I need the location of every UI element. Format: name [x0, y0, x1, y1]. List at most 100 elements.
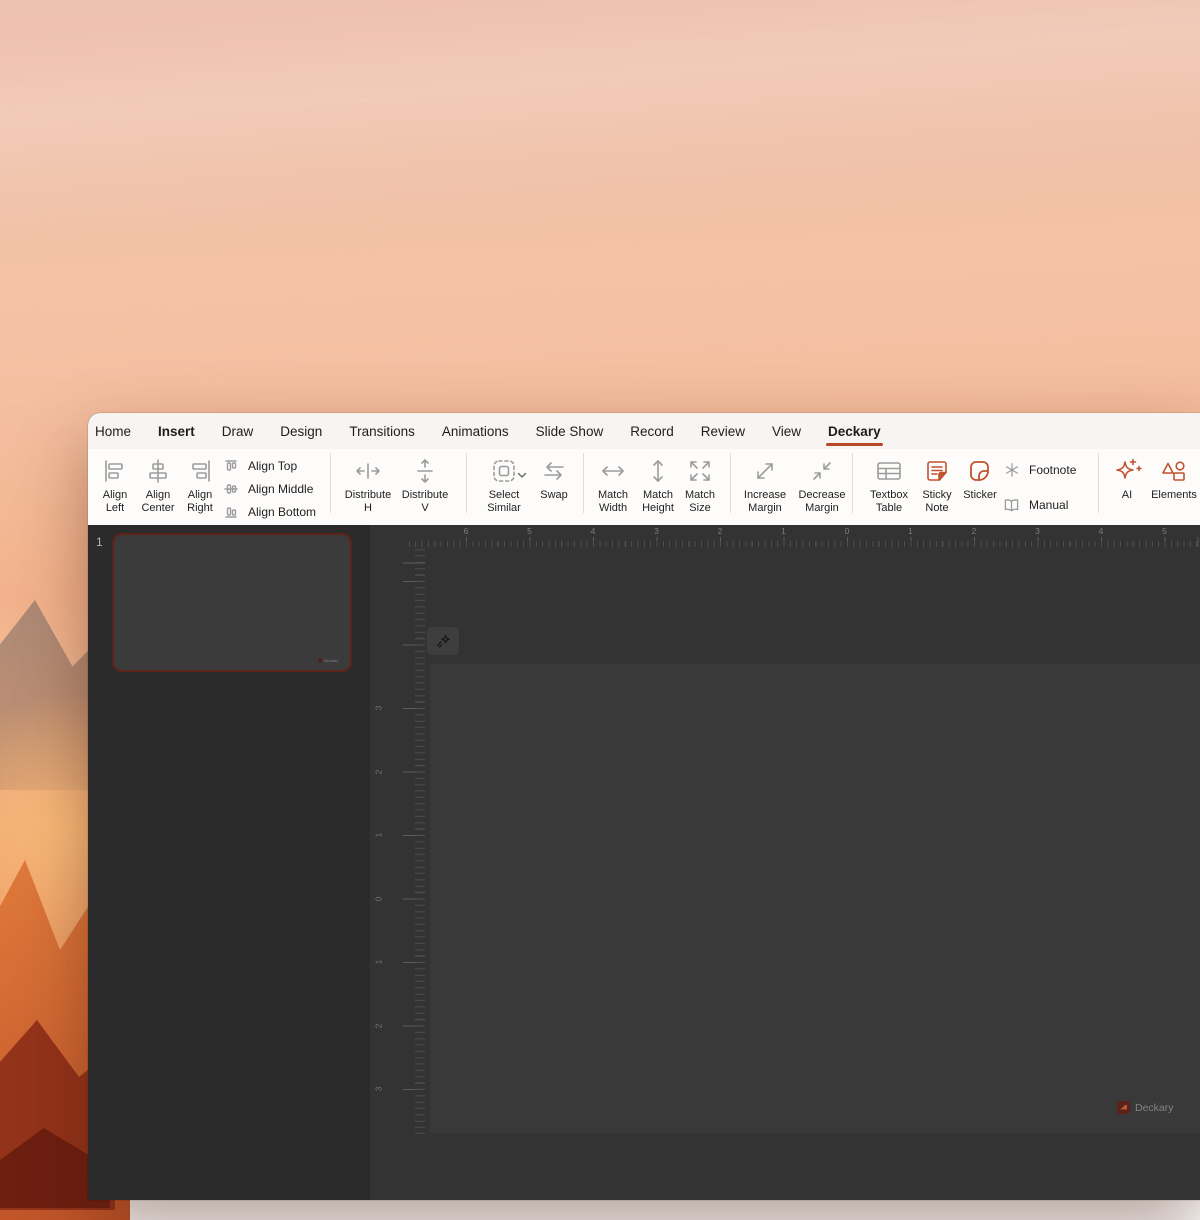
align-bottom-item[interactable]: Align Bottom	[222, 500, 326, 523]
manual-icon	[1003, 498, 1020, 513]
editor-area: 6 5 4 3 2 1 0 1 2 3 4 5 3 2	[370, 525, 1200, 1200]
swap-button[interactable]: Swap	[535, 452, 573, 522]
select-similar-button[interactable]: Select Similar	[477, 452, 531, 522]
match-width-label: Match Width	[598, 489, 628, 515]
tab-record[interactable]: Record	[630, 424, 674, 439]
distribute-h-label: Distribute H	[345, 489, 391, 515]
ai-label: AI	[1122, 489, 1132, 502]
match-size-label: Match Size	[685, 489, 715, 515]
slide-thumbnail[interactable]: Deckary	[112, 533, 352, 672]
slide-thumbnail-panel: 1 Deckary	[88, 525, 370, 1200]
h-ruler-label: 2	[718, 526, 723, 536]
ribbon-separator	[1098, 453, 1099, 513]
match-height-label: Match Height	[642, 489, 674, 515]
align-right-label: Align Right	[187, 489, 213, 515]
align-center-button[interactable]: Align Center	[137, 452, 179, 522]
v-ruler-label: 0	[373, 896, 383, 901]
align-vertical-list: Align Top Align Middle Align Bottom	[222, 454, 326, 523]
align-middle-label: Align Middle	[248, 482, 313, 496]
swap-label: Swap	[540, 489, 568, 502]
v-ruler-label: 1	[373, 960, 383, 965]
increase-margin-button[interactable]: Increase Margin	[738, 452, 792, 522]
decrease-margin-button[interactable]: Decrease Margin	[794, 452, 850, 522]
h-ruler-label: 5	[527, 526, 532, 536]
align-middle-icon	[222, 481, 239, 497]
increase-margin-icon	[752, 452, 778, 489]
align-top-item[interactable]: Align Top	[222, 454, 326, 477]
tab-view[interactable]: View	[772, 424, 801, 439]
footnote-item[interactable]: Footnote	[1003, 459, 1095, 481]
ribbon-toolbar: Align Left Align Center Align Right	[88, 449, 1200, 525]
reference-list: Footnote Manual	[1003, 459, 1095, 516]
v-ruler-label: 1	[373, 833, 383, 838]
h-ruler-label: 4	[591, 526, 596, 536]
align-middle-item[interactable]: Align Middle	[222, 477, 326, 500]
align-bottom-icon	[222, 504, 239, 520]
h-ruler-label: 6	[464, 526, 469, 536]
sticky-note-label: Sticky Note	[922, 489, 951, 515]
deckary-logo-icon	[1117, 1101, 1130, 1114]
align-left-button[interactable]: Align Left	[95, 452, 135, 522]
distribute-h-button[interactable]: Distribute H	[341, 452, 395, 522]
canvas-ai-sparkle-icon	[434, 632, 452, 650]
horizontal-ruler-ticks	[405, 541, 1200, 547]
decrease-margin-icon	[809, 452, 835, 489]
v-ruler-label: 2	[373, 769, 383, 774]
ribbon-separator	[730, 453, 731, 513]
tab-transitions[interactable]: Transitions	[349, 424, 415, 439]
footnote-label: Footnote	[1029, 463, 1076, 477]
chevron-down-icon[interactable]	[517, 467, 527, 482]
slide-canvas[interactable]: Deckary	[430, 664, 1200, 1133]
footnote-icon	[1003, 462, 1020, 478]
h-ruler-label: 1	[781, 526, 786, 536]
align-right-icon	[187, 452, 213, 489]
select-similar-icon	[491, 452, 517, 489]
distribute-h-icon	[354, 452, 382, 489]
align-left-label: Align Left	[103, 489, 127, 515]
sticky-note-icon	[924, 452, 950, 489]
align-right-button[interactable]: Align Right	[180, 452, 220, 522]
h-ruler-label: 5	[1162, 526, 1167, 536]
align-top-label: Align Top	[248, 459, 297, 473]
match-width-button[interactable]: Match Width	[592, 452, 634, 522]
textbox-table-button[interactable]: Textbox Table	[863, 452, 915, 522]
distribute-v-button[interactable]: Distribute V	[398, 452, 452, 522]
elements-button[interactable]: Elements	[1148, 452, 1200, 522]
increase-margin-label: Increase Margin	[744, 489, 786, 515]
tab-draw[interactable]: Draw	[222, 424, 254, 439]
select-similar-label: Select Similar	[487, 489, 521, 515]
ai-button[interactable]: AI	[1108, 452, 1146, 522]
editor-content: 1 Deckary 6 5 4 3 2 1 0 1	[88, 525, 1200, 1200]
textbox-table-icon	[875, 452, 903, 489]
tab-insert[interactable]: Insert	[158, 424, 195, 439]
tab-deckary[interactable]: Deckary	[828, 424, 881, 439]
tab-animations[interactable]: Animations	[442, 424, 509, 439]
align-center-icon	[145, 452, 171, 489]
match-height-button[interactable]: Match Height	[636, 452, 680, 522]
wallpaper-streak	[0, 191, 1200, 379]
sticker-button[interactable]: Sticker	[958, 452, 1002, 522]
match-size-icon	[687, 452, 713, 489]
manual-item[interactable]: Manual	[1003, 494, 1095, 516]
manual-label: Manual	[1029, 498, 1068, 512]
ai-sparkle-icon	[1112, 452, 1142, 489]
vertical-ruler-ticks	[415, 545, 425, 1135]
h-ruler-label: 2	[972, 526, 977, 536]
ribbon-separator	[466, 453, 467, 513]
deckary-watermark: Deckary	[1117, 1101, 1174, 1114]
sticky-note-button[interactable]: Sticky Note	[917, 452, 957, 522]
desktop-wallpaper: Home Insert Draw Design Transitions Anim…	[0, 0, 1200, 1200]
canvas-ai-assist-button[interactable]	[427, 627, 459, 655]
tab-home[interactable]: Home	[95, 424, 131, 439]
v-ruler-label: 3	[373, 706, 383, 711]
tab-review[interactable]: Review	[701, 424, 745, 439]
match-width-icon	[599, 452, 627, 489]
tab-slide-show[interactable]: Slide Show	[536, 424, 604, 439]
match-height-icon	[645, 452, 671, 489]
tab-design[interactable]: Design	[280, 424, 322, 439]
v-ruler-label: 3	[373, 1087, 383, 1092]
distribute-v-icon	[411, 452, 439, 489]
sticker-icon	[967, 452, 993, 489]
match-size-button[interactable]: Match Size	[680, 452, 720, 522]
h-ruler-label: 0	[845, 526, 850, 536]
